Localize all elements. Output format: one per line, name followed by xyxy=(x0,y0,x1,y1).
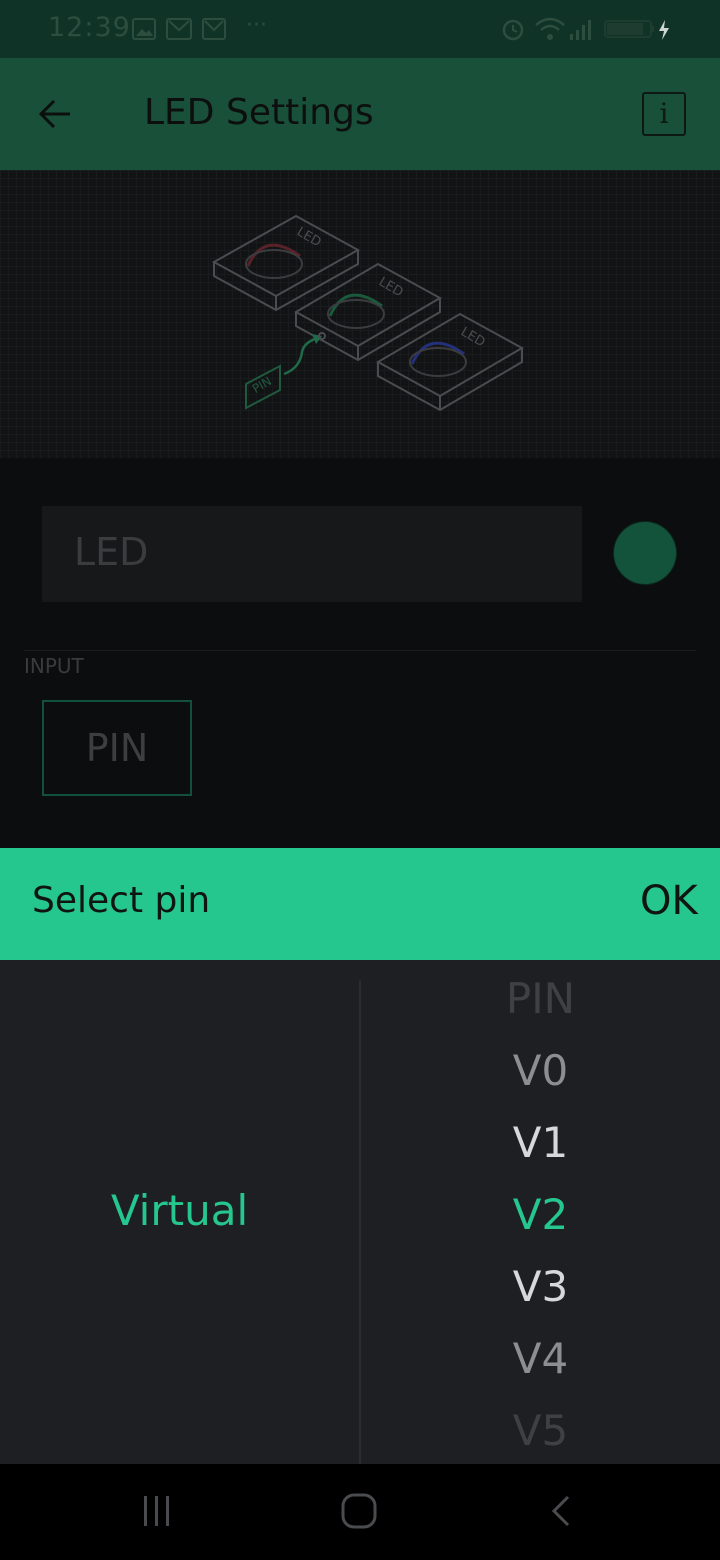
image-icon xyxy=(132,18,156,40)
battery-icon xyxy=(604,20,654,38)
pin-select-button[interactable]: PIN xyxy=(42,700,192,796)
divider xyxy=(24,650,696,651)
mail-icon xyxy=(166,18,192,40)
home-icon[interactable] xyxy=(340,1492,378,1530)
pin-option[interactable]: V3 xyxy=(361,1262,720,1311)
widget-name-value: LED xyxy=(74,530,149,574)
led-illustration xyxy=(211,214,525,412)
pin-type-selected[interactable]: Virtual xyxy=(0,1186,359,1235)
back-icon[interactable] xyxy=(546,1494,574,1528)
charging-icon xyxy=(659,20,669,40)
status-time: 12:39 xyxy=(48,12,131,43)
pin-option[interactable]: V1 xyxy=(361,1118,720,1167)
pin-option-selected[interactable]: V2 xyxy=(361,1190,720,1239)
pin-sheet-title: Select pin xyxy=(32,880,211,921)
input-section-label: INPUT xyxy=(24,654,84,678)
info-button[interactable]: i xyxy=(642,92,686,136)
alarm-icon xyxy=(502,19,524,41)
page-title: LED Settings xyxy=(144,92,374,133)
mail-icon xyxy=(202,18,226,40)
pin-option[interactable]: V5 xyxy=(361,1406,720,1455)
more-icon: ··· xyxy=(246,13,267,38)
pin-option[interactable]: V4 xyxy=(361,1334,720,1383)
back-arrow-icon[interactable] xyxy=(36,90,76,138)
recents-icon[interactable] xyxy=(140,1494,176,1528)
pin-option[interactable]: PIN xyxy=(361,974,720,1023)
signal-icon xyxy=(570,20,591,40)
color-picker-button[interactable] xyxy=(614,522,676,584)
ok-button[interactable]: OK xyxy=(640,878,698,924)
pin-option[interactable]: V0 xyxy=(361,1046,720,1095)
wifi-icon xyxy=(535,17,565,40)
